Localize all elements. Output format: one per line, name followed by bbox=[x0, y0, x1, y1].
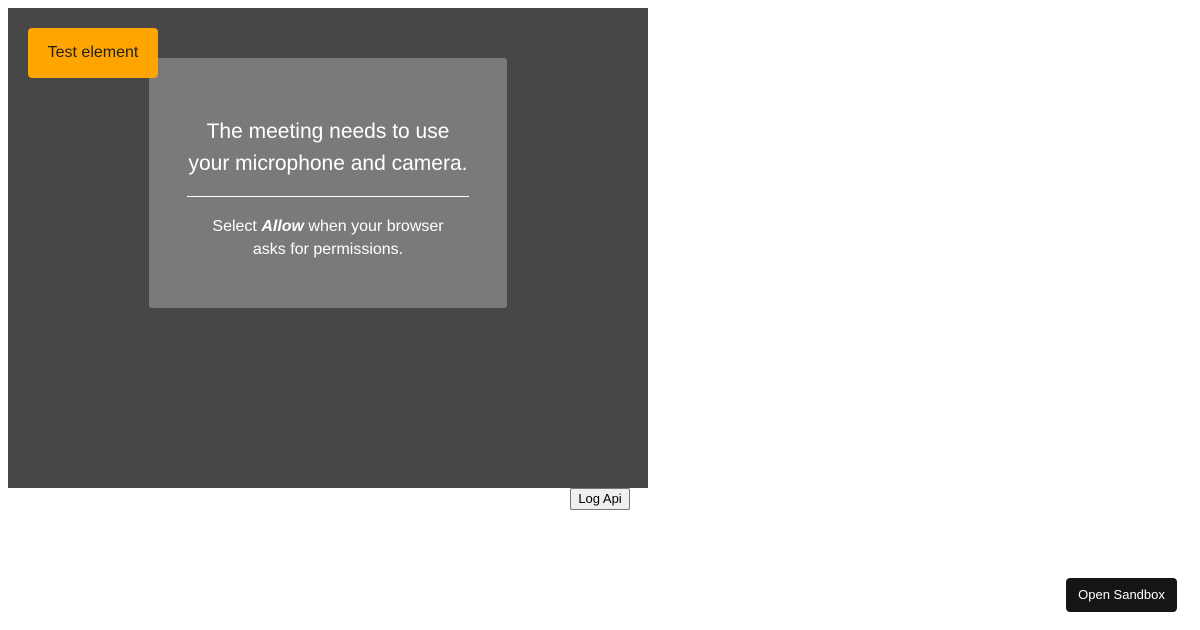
permission-body-allow: Allow bbox=[261, 218, 304, 235]
permission-dialog-divider bbox=[187, 196, 469, 197]
permission-dialog-title: The meeting needs to use your microphone… bbox=[188, 120, 468, 175]
open-sandbox-button[interactable]: Open Sandbox bbox=[1066, 578, 1177, 612]
meeting-frame: Test element The meeting needs to use yo… bbox=[8, 8, 648, 488]
permission-body-prefix: Select bbox=[212, 218, 262, 235]
permission-dialog-body: Select Allow when your browser asks for … bbox=[187, 215, 469, 261]
log-api-button[interactable]: Log Api bbox=[570, 488, 630, 510]
permission-dialog: The meeting needs to use your microphone… bbox=[149, 58, 507, 308]
test-element[interactable]: Test element bbox=[28, 28, 158, 78]
